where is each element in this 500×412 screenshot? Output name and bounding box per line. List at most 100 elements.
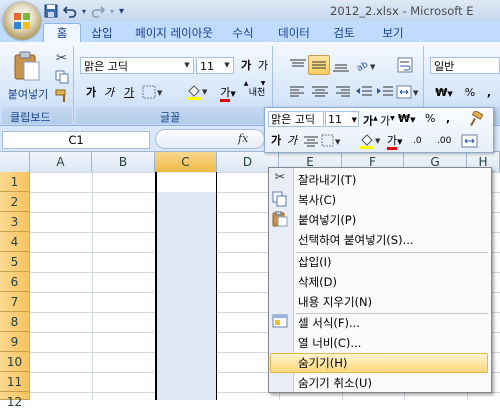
comma-button[interactable]: , — [482, 83, 496, 103]
menu-item-hide[interactable]: 숨기기(H) — [298, 353, 347, 373]
menu-item-paste[interactable]: 붙여넣기(P) — [298, 210, 356, 230]
selected-column-c[interactable] — [155, 172, 217, 400]
row-header-11[interactable]: 11 — [0, 372, 30, 392]
percent-button[interactable]: % — [462, 83, 478, 103]
underline-button[interactable]: 가 — [118, 83, 140, 103]
undo-icon[interactable] — [63, 4, 77, 18]
mini-fill-color-icon[interactable]: ▼ — [359, 133, 383, 149]
mini-align-center-icon[interactable] — [303, 135, 319, 147]
row-header-4[interactable]: 4 — [0, 232, 30, 252]
active-cell-c1[interactable] — [157, 173, 217, 192]
column-header-c[interactable]: C — [155, 152, 217, 172]
select-all-button[interactable] — [0, 152, 30, 172]
align-center-icon[interactable] — [310, 85, 330, 99]
save-icon[interactable] — [44, 4, 58, 18]
row-header-12[interactable]: 12 — [0, 392, 30, 409]
insert-function-button[interactable]: fx — [238, 132, 248, 145]
menu-item-insert[interactable]: 삽입(I) — [298, 252, 332, 272]
undo-dropdown-icon[interactable]: ▾ — [82, 7, 86, 16]
menu-item-unhide[interactable]: 숨기기 취소(U) — [298, 373, 372, 393]
number-format-combo[interactable]: 일반 — [430, 57, 500, 74]
mini-merge-center-icon[interactable] — [461, 134, 479, 148]
align-middle-button[interactable] — [308, 55, 330, 75]
tab-home[interactable]: 홈 — [43, 23, 81, 42]
mini-comma-button[interactable]: , — [446, 111, 450, 127]
align-top-icon[interactable] — [288, 57, 308, 73]
mini-shrink-font-button[interactable]: 가▼ — [380, 111, 395, 130]
currency-button[interactable]: ₩▼ — [432, 83, 456, 103]
grow-font-button[interactable]: 가▲ — [238, 56, 254, 87]
mini-font-size-combo[interactable]: 11 ▼ — [325, 111, 359, 127]
row-header-5[interactable]: 5 — [0, 252, 30, 272]
font-color-button[interactable]: 가▼ — [215, 83, 241, 103]
align-left-icon[interactable] — [288, 85, 308, 99]
row-header-10[interactable]: 10 — [0, 352, 30, 372]
mini-bold-button[interactable]: 가 — [271, 133, 281, 149]
row-header-1[interactable]: 1 — [0, 172, 30, 192]
menu-item-copy[interactable]: 복사(C) — [298, 190, 336, 210]
align-bottom-icon[interactable] — [331, 57, 351, 73]
office-button[interactable] — [3, 2, 41, 40]
redo-dropdown-icon[interactable]: ▾ — [110, 7, 114, 16]
paste-icon — [272, 211, 288, 227]
wrap-text-icon[interactable] — [396, 56, 416, 74]
tab-view[interactable]: 보기 — [375, 24, 411, 42]
row-header-9[interactable]: 9 — [0, 332, 30, 352]
tab-formulas[interactable]: 수식 — [226, 24, 260, 42]
increase-indent-icon[interactable] — [375, 85, 395, 99]
mini-grow-font-button[interactable]: 가▲ — [363, 111, 378, 130]
tab-insert[interactable]: 삽입 — [86, 24, 118, 42]
row-header-6[interactable]: 6 — [0, 272, 30, 292]
mini-italic-button[interactable]: 가 — [287, 133, 297, 149]
font-name-combo[interactable]: 맑은 고딕 ▼ — [80, 57, 194, 74]
mini-format-painter-icon[interactable] — [468, 111, 484, 127]
row-header-7[interactable]: 7 — [0, 292, 30, 312]
font-size-value: 11 — [200, 60, 214, 73]
row-header-3[interactable]: 3 — [0, 212, 30, 232]
tab-data[interactable]: 데이터 — [270, 24, 318, 42]
paste-button[interactable]: 붙여넣기 — [8, 50, 48, 104]
chevron-down-icon[interactable]: ▼ — [352, 112, 357, 128]
italic-button[interactable]: 가 — [100, 83, 118, 103]
copy-icon[interactable] — [55, 70, 69, 84]
redo-icon[interactable] — [91, 4, 106, 18]
tab-review[interactable]: 검토 — [326, 24, 362, 42]
row-header-2[interactable]: 2 — [0, 192, 30, 212]
mini-font-color-letter: 가 — [387, 134, 398, 150]
name-box[interactable]: C1 — [2, 131, 150, 149]
menu-item-delete[interactable]: 삭제(D) — [298, 272, 337, 292]
column-header-a[interactable]: A — [30, 152, 92, 172]
shrink-font-button[interactable]: 가▼ — [255, 56, 271, 87]
menu-item-cut[interactable]: 잘라내기(T) — [298, 170, 356, 190]
phonetic-button[interactable]: 내천 — [244, 83, 270, 103]
orientation-icon[interactable]: ab ▼ — [354, 57, 378, 73]
tab-page-layout[interactable]: 페이지 레이아웃 — [124, 24, 224, 42]
chevron-down-icon[interactable]: ▼ — [221, 58, 233, 73]
border-icon[interactable]: ▼ — [142, 85, 164, 99]
mini-currency-button[interactable]: ₩▼ — [398, 111, 416, 128]
bold-button[interactable]: 가 — [82, 83, 100, 103]
menu-item-format-cells[interactable]: 셀 서식(F)... — [298, 313, 360, 333]
font-size-combo[interactable]: 11 ▼ — [196, 57, 234, 74]
menu-item-clear-contents[interactable]: 내용 지우기(N) — [298, 292, 372, 312]
chevron-down-icon[interactable]: ▼ — [181, 58, 193, 73]
merge-center-icon[interactable]: ▼ — [396, 84, 420, 100]
mini-inc-decimal-button[interactable]: .00 — [437, 133, 451, 149]
column-header-b[interactable]: B — [92, 152, 155, 172]
mini-dec-decimal-button[interactable]: .0 — [413, 133, 422, 149]
customize-qat-icon[interactable]: ▾ — [119, 6, 124, 17]
format-painter-icon[interactable] — [55, 89, 69, 103]
font-name-value: 맑은 고딕 — [84, 60, 128, 73]
cut-icon[interactable]: ✂ — [56, 51, 70, 66]
row-header-8[interactable]: 8 — [0, 312, 30, 332]
fill-color-icon[interactable]: ▼ — [186, 84, 210, 100]
decrease-indent-icon[interactable] — [354, 85, 374, 99]
menu-item-paste-special[interactable]: 선택하여 붙여넣기(S)... — [298, 230, 414, 250]
mini-border-icon[interactable]: ▼ — [321, 134, 343, 148]
menu-item-column-width[interactable]: 열 너비(C)... — [298, 333, 361, 353]
group-divider — [73, 46, 74, 122]
mini-font-name-combo[interactable]: 맑은 고딕 — [268, 111, 324, 127]
mini-percent-button[interactable]: % — [425, 111, 435, 127]
mini-font-color-button[interactable]: 가▼ — [387, 133, 403, 150]
align-right-icon[interactable] — [332, 85, 352, 99]
